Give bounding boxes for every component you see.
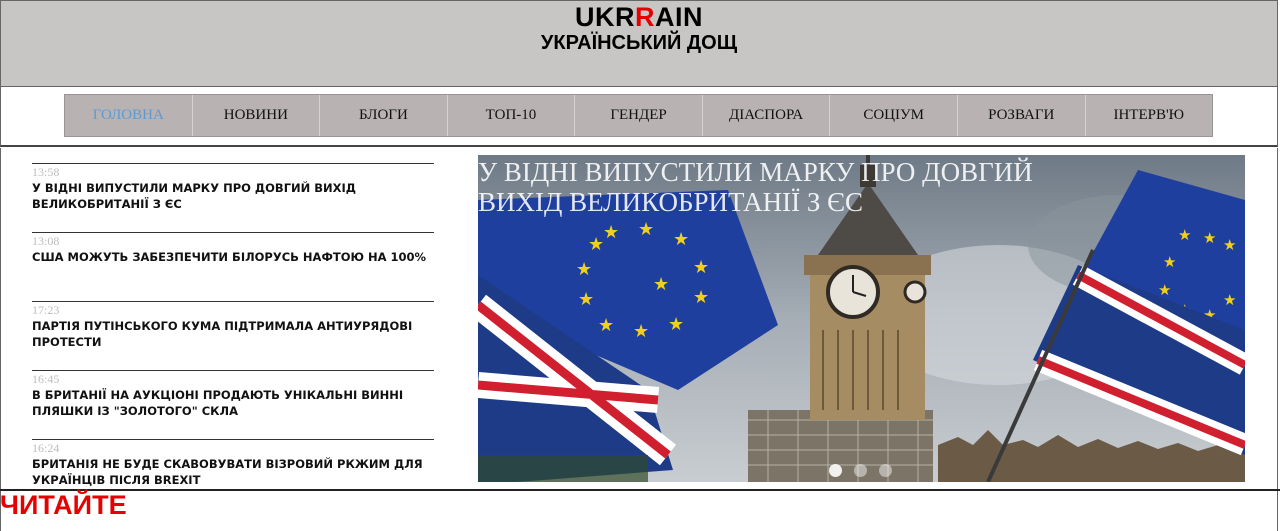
news-title-link[interactable]: Британія не буде скавовувати візровий рк… <box>32 456 436 488</box>
svg-text:★: ★ <box>693 287 709 308</box>
featured-slider[interactable]: ★★★ ★★★ ★★★ ★★★ ★★★ ★★★ ★★ У ВІДНІ ВИП <box>478 155 1245 482</box>
svg-text:★: ★ <box>1223 291 1236 309</box>
svg-text:★: ★ <box>1158 281 1171 299</box>
main-menu: ГОЛОВНА НОВИНИ БЛОГИ ТОП-10 ГЕНДЕР ДІАСП… <box>64 94 1213 137</box>
svg-text:★: ★ <box>1203 229 1216 247</box>
svg-text:★: ★ <box>668 314 684 335</box>
svg-text:★: ★ <box>598 315 614 336</box>
svg-text:★: ★ <box>576 259 592 280</box>
site-logo[interactable]: UKRRAIN <box>1 2 1277 33</box>
nav-item-blogs[interactable]: БЛОГИ <box>320 95 448 136</box>
slider-dot[interactable] <box>879 464 892 477</box>
logo-text-accent: R <box>635 2 655 32</box>
news-time: 13:58 <box>32 165 60 179</box>
news-item: 13:08 США можуть забезпечити Білорусь на… <box>32 232 434 301</box>
logo-text-part2: AIN <box>655 2 703 32</box>
main-content: 13:58 У Відні випустили марку про довгий… <box>0 148 1278 490</box>
svg-text:★: ★ <box>1178 226 1191 244</box>
news-item: 16:45 В Британії на аукціоні продають ун… <box>32 370 434 439</box>
news-time: 16:45 <box>32 372 60 386</box>
news-title-link[interactable]: В Британії на аукціоні продають унікальн… <box>32 387 436 419</box>
nav-item-gender[interactable]: ГЕНДЕР <box>575 95 703 136</box>
logo-text-part1: UKR <box>575 2 635 32</box>
svg-text:★: ★ <box>653 274 669 295</box>
svg-text:★: ★ <box>633 321 649 342</box>
slider-pagination <box>829 464 892 477</box>
news-feed: 13:58 У Відні випустили марку про довгий… <box>32 163 434 508</box>
nav-item-news[interactable]: НОВИНИ <box>193 95 321 136</box>
news-time: 17:23 <box>32 303 60 317</box>
nav-item-interview[interactable]: ІНТЕРВ'Ю <box>1086 95 1213 136</box>
site-tagline: УКРАЇНСЬКИЙ ДОЩ <box>540 32 738 54</box>
news-item: 17:23 Партія путінського кума підтримала… <box>32 301 434 370</box>
slider-dot[interactable] <box>829 464 842 477</box>
slider-dot[interactable] <box>854 464 867 477</box>
nav-item-top10[interactable]: ТОП-10 <box>448 95 576 136</box>
svg-text:★: ★ <box>1223 236 1236 254</box>
nav-bar: ГОЛОВНА НОВИНИ БЛОГИ ТОП-10 ГЕНДЕР ДІАСП… <box>0 87 1278 147</box>
svg-text:★: ★ <box>1163 253 1176 271</box>
svg-text:★: ★ <box>693 257 709 278</box>
news-title-link[interactable]: США можуть забезпечити Білорусь нафтою н… <box>32 249 436 265</box>
section-title-read: ЧИТАЙТЕ <box>0 490 127 520</box>
news-item: 13:58 У Відні випустили марку про довгий… <box>32 163 434 232</box>
nav-item-entertainment[interactable]: РОЗВАГИ <box>958 95 1086 136</box>
news-title-link[interactable]: У Відні випустили марку про довгий вихід… <box>32 180 436 212</box>
site-header: UKRRAIN УКРАЇНСЬКИЙ ДОЩ <box>0 0 1278 87</box>
svg-text:★: ★ <box>673 229 689 250</box>
svg-text:★: ★ <box>588 234 604 255</box>
news-time: 16:24 <box>32 441 60 455</box>
nav-item-home[interactable]: ГОЛОВНА <box>65 95 193 136</box>
news-title-link[interactable]: Партія путінського кума підтримала антиу… <box>32 318 436 350</box>
news-time: 13:08 <box>32 234 60 248</box>
read-section-frame <box>0 491 1278 531</box>
slide-caption[interactable]: У ВІДНІ ВИПУСТИЛИ МАРКУ ПРО ДОВГИЙ ВИХІД… <box>478 157 1118 217</box>
svg-text:★: ★ <box>578 289 594 310</box>
nav-item-diaspora[interactable]: ДІАСПОРА <box>703 95 831 136</box>
nav-item-society[interactable]: СОЦІУМ <box>830 95 958 136</box>
svg-text:★: ★ <box>638 219 654 240</box>
svg-text:★: ★ <box>603 222 619 243</box>
